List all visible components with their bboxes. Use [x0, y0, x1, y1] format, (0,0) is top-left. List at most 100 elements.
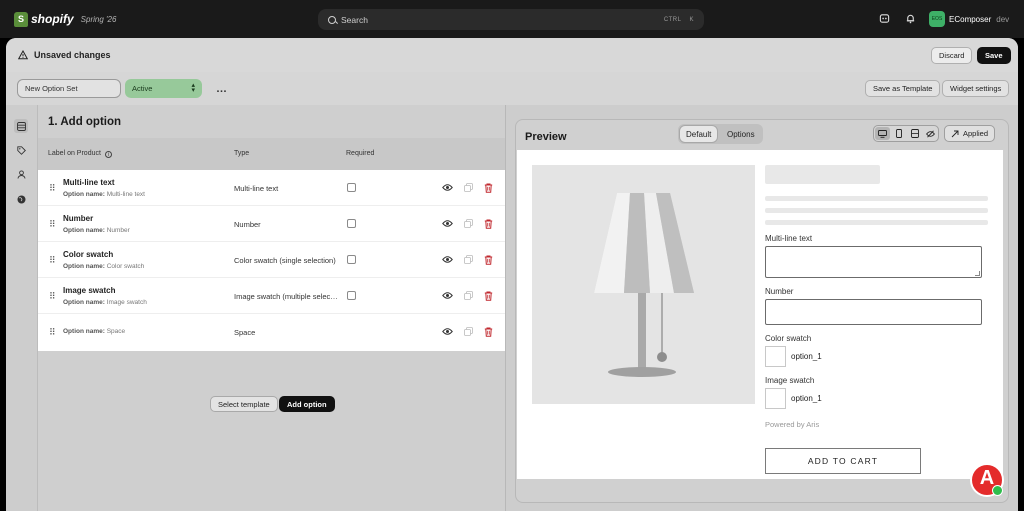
row-label: Number: [63, 214, 94, 223]
unsaved-message: Unsaved changes: [34, 50, 111, 60]
row-label: Color swatch: [63, 250, 114, 259]
applied-button[interactable]: Applied: [944, 125, 996, 142]
table-row[interactable]: ⠿ Color swatch Option name: Color swatch…: [38, 242, 505, 278]
drag-handle-icon[interactable]: ⠿: [49, 327, 56, 338]
product-image: [532, 165, 755, 404]
required-checkbox[interactable]: [347, 219, 356, 228]
desktop-icon: [878, 129, 887, 138]
eye-icon[interactable]: [442, 255, 453, 264]
desktop-view-button[interactable]: [875, 127, 890, 140]
duplicate-icon[interactable]: [464, 183, 473, 192]
duplicate-icon[interactable]: [464, 219, 473, 228]
required-checkbox[interactable]: [347, 291, 356, 300]
mobile-view-button[interactable]: [891, 127, 906, 140]
multiline-textarea[interactable]: [765, 246, 982, 278]
row-option-name: Option name: Image swatch: [63, 299, 147, 306]
drag-handle-icon[interactable]: ⠿: [49, 219, 56, 230]
preview-card: Preview Default Options Applied Multi-li…: [515, 119, 1009, 503]
options-table-body: ⠿ Multi-line text Option name: Multi-lin…: [38, 170, 505, 351]
select-chevron-icon: ▴ ▾: [191, 82, 195, 94]
table-row[interactable]: ⠿ Multi-line text Option name: Multi-lin…: [38, 170, 505, 206]
color-swatch-option[interactable]: [765, 346, 786, 367]
rail-markets[interactable]: [14, 192, 28, 206]
multiline-field-label: Multi-line text: [765, 234, 813, 243]
row-type: Space: [234, 328, 256, 337]
rail-products[interactable]: [14, 143, 28, 157]
store-env: dev: [996, 14, 1010, 24]
text-placeholder: [765, 220, 988, 225]
duplicate-icon[interactable]: [464, 291, 473, 300]
widget-settings-button[interactable]: Widget settings: [942, 80, 1010, 97]
duplicate-icon[interactable]: [464, 255, 473, 264]
storefront-preview: Multi-line text Number Color swatch opti…: [517, 150, 1003, 479]
warning-icon: [18, 50, 28, 60]
eye-icon[interactable]: [442, 219, 453, 228]
image-swatch-option[interactable]: [765, 388, 786, 409]
color-swatch-option-label: option_1: [791, 352, 822, 361]
preview-panel: Preview Default Options Applied Multi-li…: [505, 105, 1018, 511]
aris-chat-launcher[interactable]: A: [970, 463, 1004, 497]
shopify-logo[interactable]: S shopify Spring '26: [14, 11, 116, 27]
bell-icon[interactable]: [905, 13, 916, 24]
eye-off-icon: [926, 129, 935, 138]
title-placeholder: [765, 165, 880, 184]
number-field-label: Number: [765, 287, 794, 296]
col-required: Required: [346, 150, 375, 157]
save-button[interactable]: Save: [977, 47, 1011, 64]
eye-icon[interactable]: [442, 327, 453, 336]
person-icon: [17, 169, 25, 179]
required-checkbox[interactable]: [347, 183, 356, 192]
delete-icon[interactable]: [484, 327, 493, 337]
store-name: EComposer: [949, 14, 992, 24]
tablet-icon: [910, 129, 919, 138]
contextual-save-bar: Unsaved changes Discard Save: [6, 38, 1018, 72]
color-swatch-label: Color swatch: [765, 334, 812, 343]
tab-options[interactable]: Options: [721, 126, 761, 142]
eye-icon[interactable]: [442, 291, 453, 300]
tag-icon: [16, 145, 26, 155]
save-as-template-button[interactable]: Save as Template: [865, 80, 941, 97]
row-type: Image swatch (multiple selection): [234, 292, 338, 301]
delete-icon[interactable]: [484, 183, 493, 193]
eye-icon[interactable]: [442, 183, 453, 192]
option-set-name-input[interactable]: New Option Set: [17, 79, 121, 98]
text-placeholder: [765, 196, 988, 201]
resize-grip-icon[interactable]: [975, 271, 980, 276]
shopify-bag-icon: S: [14, 11, 28, 27]
rail-options[interactable]: [14, 119, 28, 133]
rail-customers[interactable]: [14, 167, 28, 181]
text-placeholder: [765, 208, 988, 213]
drag-handle-icon[interactable]: ⠿: [49, 291, 56, 302]
table-row[interactable]: ⠿ Option name: Space Space: [38, 314, 505, 350]
add-option-button[interactable]: Add option: [279, 396, 335, 412]
status-select[interactable]: Active ▴ ▾: [125, 79, 202, 98]
select-template-button[interactable]: Select template: [210, 396, 278, 412]
options-panel: 1. Add option Label on Product i Type Req…: [38, 105, 505, 511]
discard-button[interactable]: Discard: [931, 47, 973, 64]
globe-icon: [17, 195, 25, 203]
search-icon: [328, 15, 336, 24]
applied-label: Applied: [963, 129, 989, 138]
image-swatch-label: Image swatch: [765, 376, 815, 385]
hide-preview-button[interactable]: [923, 127, 938, 140]
row-option-name: Option name: Multi-line text: [63, 191, 145, 198]
tab-default[interactable]: Default: [680, 126, 718, 142]
sidekick-icon[interactable]: [879, 13, 890, 24]
delete-icon[interactable]: [484, 255, 493, 265]
required-checkbox[interactable]: [347, 255, 356, 264]
add-to-cart-button[interactable]: ADD TO CART: [765, 448, 921, 474]
more-actions-button[interactable]: …: [216, 83, 228, 95]
number-input[interactable]: [765, 299, 982, 325]
table-row[interactable]: ⠿ Number Option name: Number Number: [38, 206, 505, 242]
delete-icon[interactable]: [484, 219, 493, 229]
info-icon[interactable]: i: [104, 151, 112, 158]
delete-icon[interactable]: [484, 291, 493, 301]
store-switcher[interactable]: EOS EComposer dev: [929, 11, 1009, 27]
duplicate-icon[interactable]: [464, 327, 473, 336]
tablet-view-button[interactable]: [907, 127, 922, 140]
drag-handle-icon[interactable]: ⠿: [49, 183, 56, 194]
col-label-on-product: Label on Product i: [48, 150, 112, 158]
global-search[interactable]: Search CTRL K: [318, 9, 704, 30]
table-row[interactable]: ⠿ Image swatch Option name: Image swatch…: [38, 278, 505, 314]
drag-handle-icon[interactable]: ⠿: [49, 255, 56, 266]
